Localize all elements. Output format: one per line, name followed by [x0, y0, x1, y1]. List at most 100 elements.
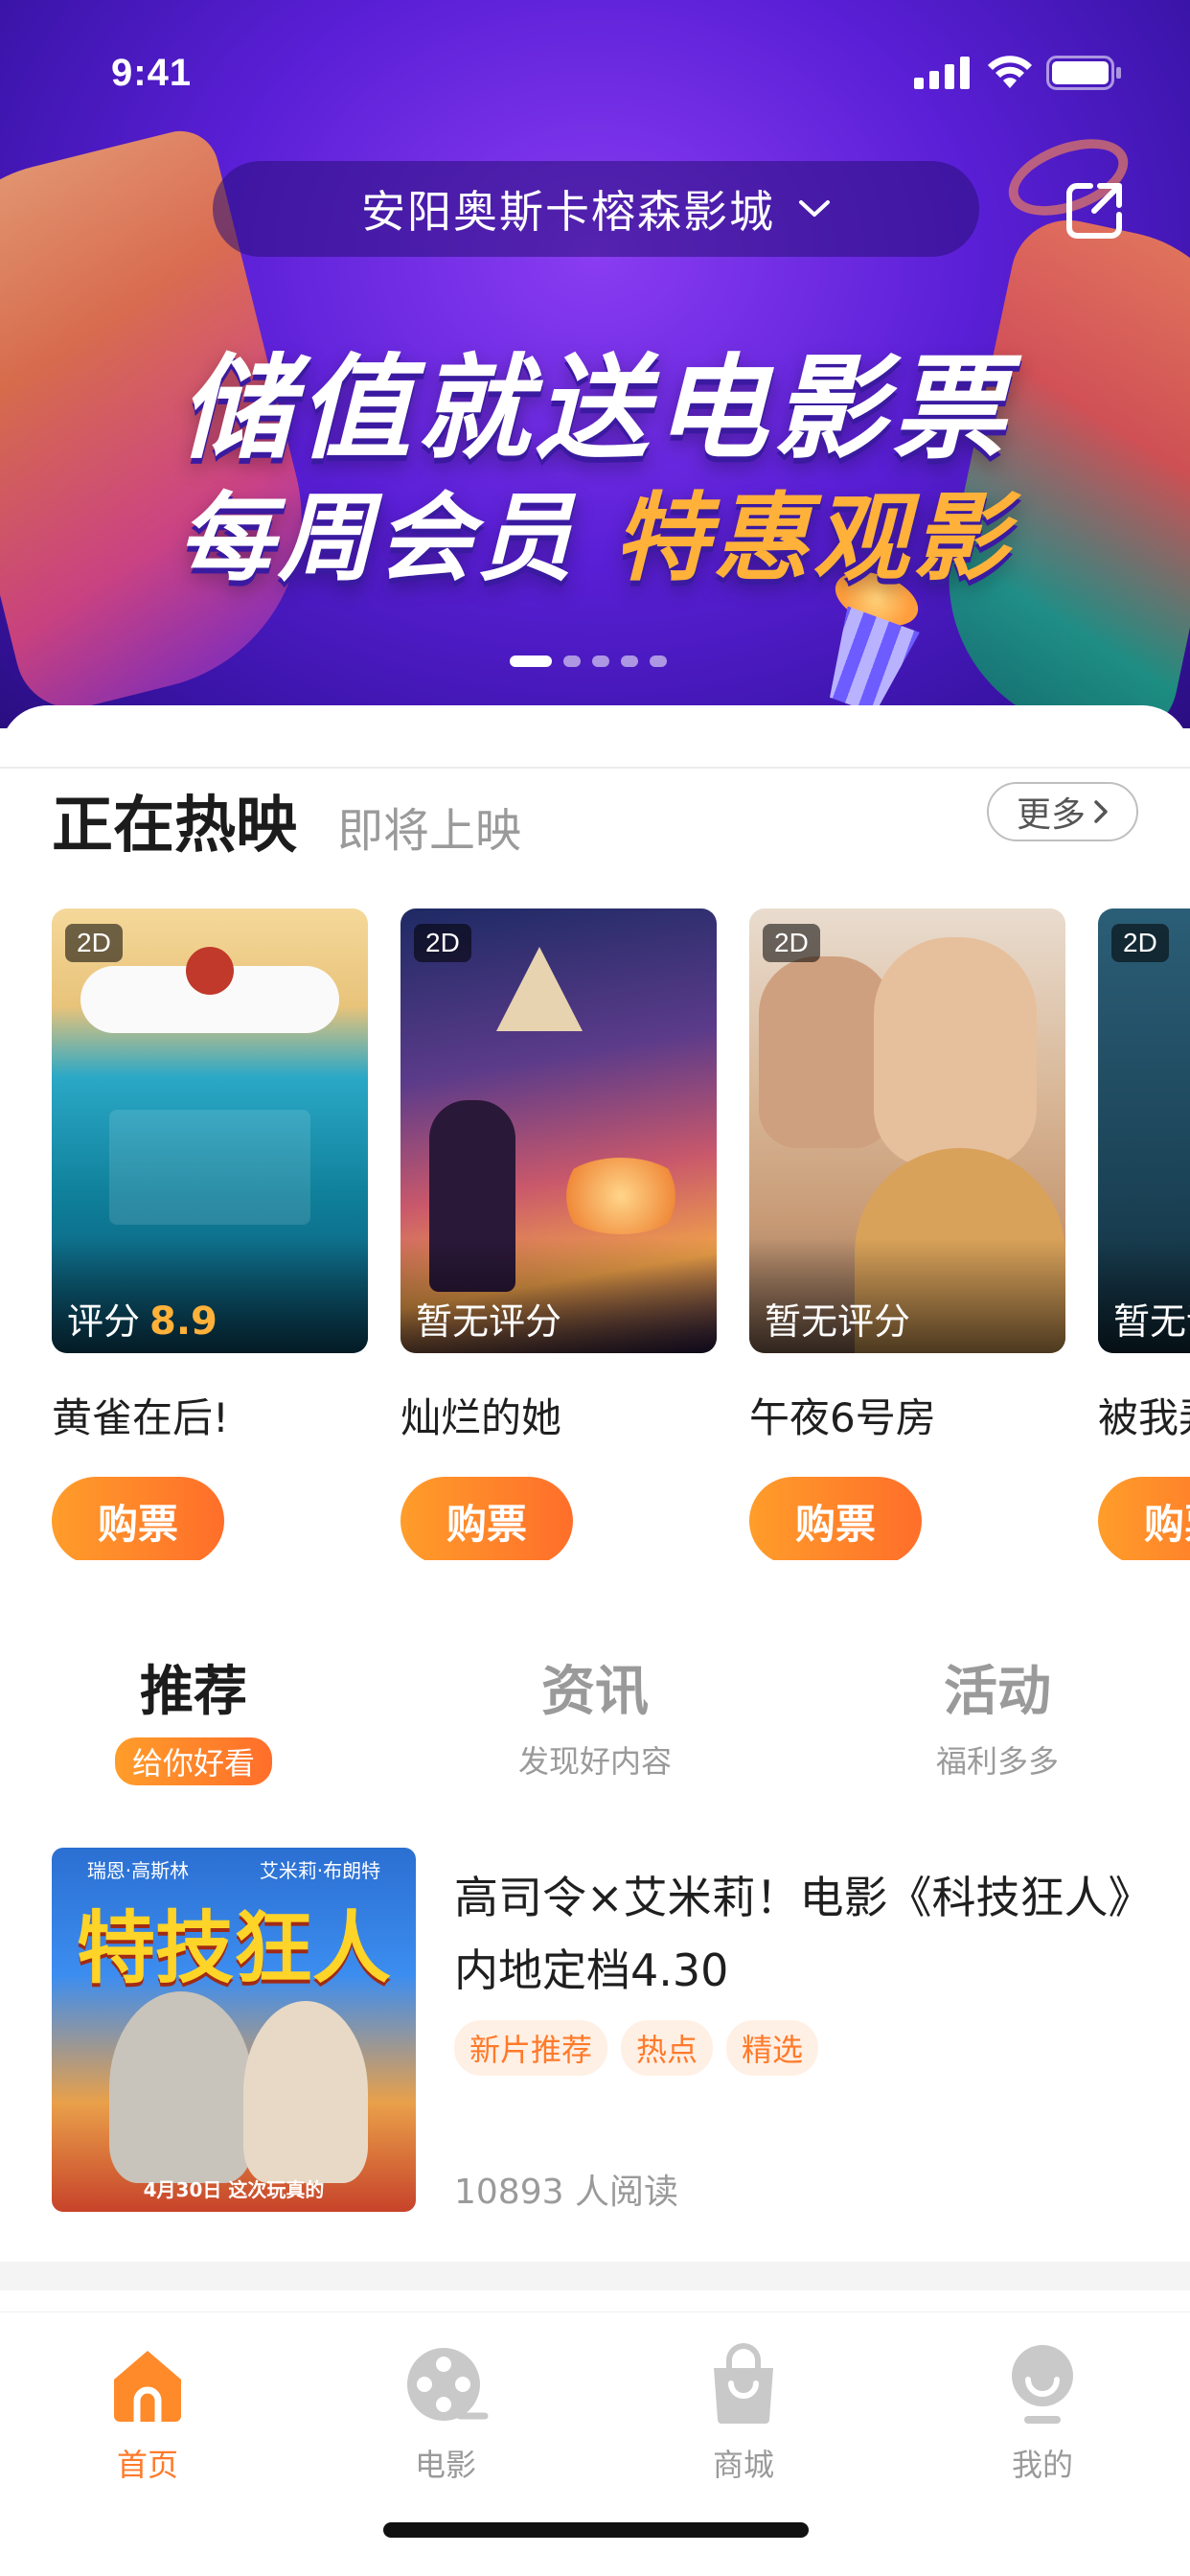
tag: 精选	[726, 2020, 819, 2076]
score-area: 暂无评分	[400, 1238, 717, 1353]
tag: 新片推荐	[454, 2020, 608, 2076]
nav-profile[interactable]: 我的	[947, 2341, 1138, 2485]
movie-section-tabs: 正在热映 即将上映	[52, 776, 521, 864]
score-label: 评分	[67, 1300, 141, 1343]
movie-title[interactable]: 午夜6号房	[749, 1386, 1065, 1444]
promo-banner[interactable]: 9:41 安阳奥斯卡榕森影城 储值就送电影票 每周会员 特惠观影	[0, 0, 1190, 728]
nav-shop[interactable]: 商城	[648, 2341, 839, 2485]
home-indicator[interactable]	[383, 2522, 809, 2538]
status-time: 9:41	[111, 52, 193, 94]
format-badge: 2D	[763, 924, 820, 962]
article-tags: 新片推荐 热点 精选	[454, 2020, 819, 2076]
tab-recommend[interactable]: 推荐 给你好看	[50, 1648, 337, 1785]
nav-profile-label: 我的	[1011, 2447, 1073, 2483]
pagination-dot-active[interactable]	[510, 656, 552, 667]
battery-icon	[1046, 56, 1121, 90]
nav-movies[interactable]: 电影	[350, 2341, 541, 2485]
thumb-cast-left: 瑞恩·高斯林	[86, 1859, 190, 1882]
poster-actress-art	[874, 937, 1037, 1167]
movie-title[interactable]: 黄雀在后!	[52, 1386, 368, 1444]
nav-home[interactable]: 首页	[52, 2341, 243, 2485]
movie-poster[interactable]: 2D 评分 8.9	[52, 908, 368, 1353]
score-value: 8.9	[149, 1300, 217, 1344]
score-area: 暂无评分	[1098, 1238, 1190, 1353]
movie-card[interactable]: 2D 暂无评分 被我弄丢的你 购票	[1098, 908, 1190, 1560]
wifi-icon	[988, 56, 1032, 88]
format-badge: 2D	[65, 924, 123, 962]
banner-subheadline-a: 每周会员	[177, 482, 577, 594]
score-label: 暂无评分	[1113, 1300, 1190, 1343]
section-separator	[0, 2262, 1190, 2290]
pagination-dot[interactable]	[621, 656, 638, 667]
tab-news[interactable]: 资讯 发现好内容	[451, 1648, 739, 1782]
article-read-count: 10893 人阅读	[454, 2173, 678, 2212]
tab-now-showing[interactable]: 正在热映	[52, 776, 297, 864]
cinema-selector[interactable]: 安阳奥斯卡榕森影城	[213, 161, 979, 257]
movie-card[interactable]: 2D 暂无评分 午夜6号房 购票	[749, 908, 1065, 1560]
format-badge: 2D	[1111, 924, 1169, 962]
tab-news-label: 资讯	[541, 1661, 649, 1723]
thumb-cast-right: 艾米莉·布朗特	[259, 1859, 381, 1882]
nav-movies-label: 电影	[414, 2447, 476, 2483]
film-reel-icon	[407, 2348, 489, 2421]
nav-shop-label: 商城	[712, 2447, 774, 2483]
poster-planet-art	[554, 1158, 688, 1234]
profile-icon	[1012, 2345, 1073, 2424]
buy-ticket-button[interactable]: 购票	[52, 1477, 224, 1560]
pagination-dot[interactable]	[650, 656, 667, 667]
score-area: 评分 8.9	[52, 1238, 368, 1353]
tag: 热点	[621, 2020, 714, 2076]
article-card[interactable]: 瑞恩·高斯林 艾米莉·布朗特 特技狂人 4月30日 这次玩真的 高司令×艾米莉！…	[52, 1848, 1144, 2216]
score-label: 暂无评分	[416, 1300, 562, 1343]
poster-city-art	[109, 1110, 310, 1225]
movie-poster[interactable]: 2D 暂无评分	[749, 908, 1065, 1353]
buy-ticket-button[interactable]: 购票	[400, 1477, 573, 1560]
shopping-bag-icon	[714, 2343, 773, 2424]
banner-subheadline-b: 特惠观影	[613, 482, 1013, 594]
movie-card[interactable]: 2D 暂无评分 灿烂的她 购票	[400, 908, 717, 1560]
article-thumbnail[interactable]: 瑞恩·高斯林 艾米莉·布朗特 特技狂人 4月30日 这次玩真的	[52, 1848, 416, 2212]
movie-carousel[interactable]: 2D 评分 8.9 黄雀在后! 购票 2D 暂无评分 灿烂的她 购票 2D 暂无…	[52, 908, 1190, 1560]
thumb-actress-art	[243, 2001, 368, 2183]
movie-poster[interactable]: 2D 暂无评分	[400, 908, 717, 1353]
more-button[interactable]: 更多	[987, 782, 1138, 841]
share-icon[interactable]	[1064, 178, 1127, 242]
more-label: 更多	[1016, 795, 1086, 835]
movie-title[interactable]: 被我弄丢的你	[1098, 1386, 1190, 1444]
movie-title[interactable]: 灿烂的她	[400, 1386, 717, 1444]
movie-poster[interactable]: 2D 暂无评分	[1098, 908, 1190, 1353]
score-area: 暂无评分	[749, 1238, 1065, 1353]
buy-ticket-button[interactable]: 购票	[749, 1477, 922, 1560]
tab-events[interactable]: 活动 福利多多	[854, 1648, 1141, 1782]
tab-news-sub: 发现好内容	[517, 1743, 672, 1780]
poster-bear-art	[186, 947, 234, 995]
thumb-actor-art	[109, 1991, 253, 2183]
banner-subheadline: 每周会员 特惠观影	[0, 460, 1190, 599]
banner-pagination	[510, 656, 667, 667]
feed-tabs: 推荐 给你好看 资讯 发现好内容 活动 福利多多	[0, 1648, 1190, 1785]
tab-recommend-sub: 给你好看	[114, 1737, 272, 1785]
home-icon	[114, 2351, 181, 2426]
status-icons	[914, 56, 1123, 90]
poster-actor-art	[759, 956, 893, 1148]
format-badge: 2D	[414, 924, 471, 962]
nav-home-label: 首页	[116, 2447, 178, 2483]
movie-card[interactable]: 2D 评分 8.9 黄雀在后! 购票	[52, 908, 368, 1560]
thumb-date: 4月30日 这次玩真的	[143, 2178, 325, 2201]
cinema-name: 安阳奥斯卡榕森影城	[361, 186, 775, 238]
buy-ticket-button[interactable]: 购票	[1098, 1477, 1190, 1560]
tab-coming-soon[interactable]: 即将上映	[337, 793, 521, 860]
thumb-title: 特技狂人	[76, 1903, 391, 1994]
thumb-cast: 瑞恩·高斯林 艾米莉·布朗特	[52, 1855, 416, 1883]
banner-headline: 储值就送电影票	[178, 342, 1011, 474]
tab-events-sub: 福利多多	[935, 1743, 1059, 1780]
chevron-down-icon	[799, 200, 830, 217]
poster-ship-art	[496, 947, 583, 1031]
status-bar: 9:41	[0, 0, 1190, 144]
tab-events-label: 活动	[944, 1661, 1051, 1723]
pagination-dot[interactable]	[563, 656, 581, 667]
score-label: 暂无评分	[765, 1300, 911, 1343]
pagination-dot[interactable]	[592, 656, 609, 667]
signal-icon	[914, 57, 970, 89]
article-title[interactable]: 高司令×艾米莉！电影《科技狂人》内地定档4.30	[454, 1861, 1144, 2007]
